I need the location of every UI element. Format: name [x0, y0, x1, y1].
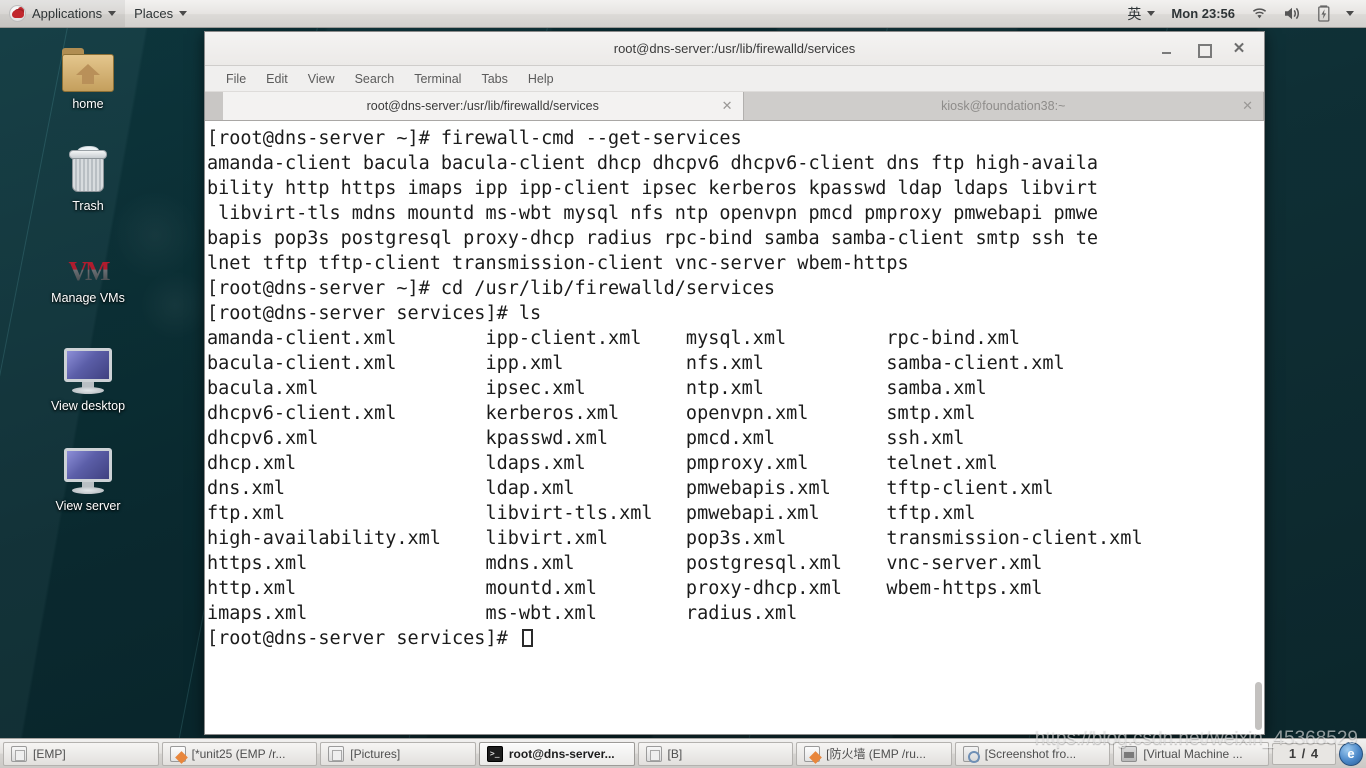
panel-menu-toggle[interactable] [1338, 0, 1362, 27]
tab-bar-spacer [205, 92, 223, 120]
tray-badge-label: e [1347, 746, 1355, 761]
wifi-glyph [1252, 7, 1267, 18]
menu-search[interactable]: Search [345, 66, 405, 92]
vmware-icon: VM [61, 256, 115, 286]
taskbar-item-label: [EMP] [33, 746, 66, 761]
screenshot-icon [962, 745, 980, 763]
desktop-icon-label: home [72, 97, 104, 111]
tab-close-icon[interactable]: ✕ [722, 98, 733, 114]
menu-edit[interactable]: Edit [256, 66, 298, 92]
panel-status-area: 英 Mon 23:56 [1119, 0, 1366, 27]
taskbar-item-label: [Virtual Machine ... [1143, 746, 1243, 761]
trash-icon [68, 146, 108, 194]
terminal-screen[interactable]: [root@dns-server ~]# firewall-cmd --get-… [205, 121, 1264, 734]
taskbar-item-label: [Screenshot fro... [984, 746, 1077, 761]
taskbar-item-firewall-doc[interactable]: [防火墙 (EMP /ru... [796, 741, 952, 766]
clock-label: Mon 23:56 [1171, 6, 1235, 21]
battery-glyph [1318, 5, 1330, 22]
tab-root-dns-server[interactable]: root@dns-server:/usr/lib/firewalld/servi… [223, 92, 744, 120]
window-title: root@dns-server:/usr/lib/firewalld/servi… [613, 41, 856, 56]
terminal-prompt: [root@dns-server services]# [207, 628, 519, 649]
scrollbar-thumb[interactable] [1255, 682, 1262, 730]
taskbar-item-virtual-machine[interactable]: [Virtual Machine ... [1113, 741, 1269, 766]
tab-kiosk-foundation38[interactable]: kiosk@foundation38:~ ✕ [743, 92, 1264, 120]
monitor-icon [62, 348, 114, 394]
applications-label: Applications [32, 6, 103, 21]
network-wifi-icon[interactable] [1243, 0, 1276, 27]
desktop-icon-label: Manage VMs [51, 291, 125, 305]
home-folder-icon [62, 48, 114, 92]
input-method-indicator[interactable]: 英 [1119, 0, 1163, 27]
menu-file[interactable]: File [216, 66, 256, 92]
menu-view[interactable]: View [298, 66, 345, 92]
taskbar-item-pictures[interactable]: [Pictures] [320, 741, 476, 766]
battery-icon[interactable] [1310, 0, 1338, 27]
terminal-scrollback: [root@dns-server ~]# firewall-cmd --get-… [207, 128, 1143, 624]
tab-close-icon[interactable]: ✕ [1242, 98, 1253, 114]
close-icon[interactable]: ✕ [1232, 41, 1246, 56]
gedit-icon [804, 745, 821, 762]
taskbar-item-b[interactable]: [B] [637, 741, 794, 766]
tray-round-icon[interactable]: e [1339, 741, 1363, 766]
terminal-scrollbar[interactable] [1253, 121, 1263, 734]
clock[interactable]: Mon 23:56 [1163, 0, 1243, 27]
volume-glyph [1285, 7, 1299, 20]
terminal-cursor [521, 629, 533, 647]
taskbar-item-label: root@dns-server... [508, 746, 615, 761]
desktop-icon-trash[interactable]: Trash [30, 146, 146, 213]
terminal-window: root@dns-server:/usr/lib/firewalld/servi… [204, 31, 1265, 735]
desktop-icon-label: View desktop [50, 399, 126, 413]
menu-bar: File Edit View Search Terminal Tabs Help [205, 66, 1264, 92]
monitor-icon [62, 448, 114, 494]
desktop-icon-view-server[interactable]: View server [30, 448, 146, 513]
gedit-icon [169, 745, 186, 762]
chevron-down-icon [1147, 11, 1156, 16]
places-menu[interactable]: Places [125, 0, 196, 27]
window-controls: ✕ [1160, 41, 1264, 58]
menu-tabs[interactable]: Tabs [471, 66, 517, 92]
volume-icon[interactable] [1276, 0, 1310, 27]
workspace-switcher[interactable]: 1 / 4 [1272, 742, 1336, 765]
tab-label: kiosk@foundation38:~ [941, 99, 1066, 113]
desktop-icon-label: View server [55, 499, 121, 513]
window-title-bar[interactable]: root@dns-server:/usr/lib/firewalld/servi… [205, 32, 1264, 66]
terminal-output: [root@dns-server ~]# firewall-cmd --get-… [207, 126, 1264, 651]
chevron-down-icon [179, 11, 188, 16]
taskbar-item-label: [*unit25 (EMP /r... [191, 746, 286, 761]
chevron-down-icon [1346, 11, 1354, 16]
taskbar-item-unit25[interactable]: [*unit25 (EMP /r... [161, 741, 318, 766]
taskbar-item-label: [防火墙 (EMP /ru... [826, 747, 926, 761]
taskbar-item-terminal[interactable]: >_ root@dns-server... [478, 741, 635, 766]
desktop-icon-label: Trash [72, 199, 104, 213]
minimize-icon[interactable] [1160, 42, 1174, 56]
redhat-logo-icon [9, 5, 26, 22]
virtual-machine-icon [1121, 745, 1138, 762]
taskbar-item-label: [B] [667, 746, 683, 761]
desktop-icon-view-desktop[interactable]: View desktop [30, 348, 146, 413]
file-manager-icon [645, 745, 662, 762]
taskbar-item-label: [Pictures] [350, 746, 401, 761]
file-manager-icon [328, 745, 345, 762]
tab-label: root@dns-server:/usr/lib/firewalld/servi… [366, 99, 599, 113]
taskbar-item-emp[interactable]: [EMP] [3, 741, 159, 766]
terminal-icon: >_ [486, 745, 503, 762]
desktop-icon-manage-vms[interactable]: VM Manage VMs [30, 256, 146, 306]
workspace-indicator-label: 1 / 4 [1288, 746, 1320, 761]
desktop-icon-home[interactable]: home [30, 48, 146, 111]
taskbar-item-screenshot[interactable]: [Screenshot fro... [954, 741, 1111, 766]
applications-menu[interactable]: Applications [0, 0, 126, 27]
chevron-down-icon [108, 11, 117, 16]
top-panel: Applications Places 英 Mon 23:56 [0, 0, 1366, 28]
places-label: Places [134, 6, 174, 21]
file-manager-icon [11, 745, 27, 762]
taskbar: [EMP] [*unit25 (EMP /r... [Pictures] >_ … [0, 738, 1366, 768]
terminal-tab-bar: root@dns-server:/usr/lib/firewalld/servi… [205, 92, 1264, 121]
maximize-icon[interactable] [1196, 42, 1212, 58]
menu-terminal[interactable]: Terminal [404, 66, 471, 92]
input-method-label: 英 [1127, 5, 1142, 22]
menu-help[interactable]: Help [518, 66, 564, 92]
